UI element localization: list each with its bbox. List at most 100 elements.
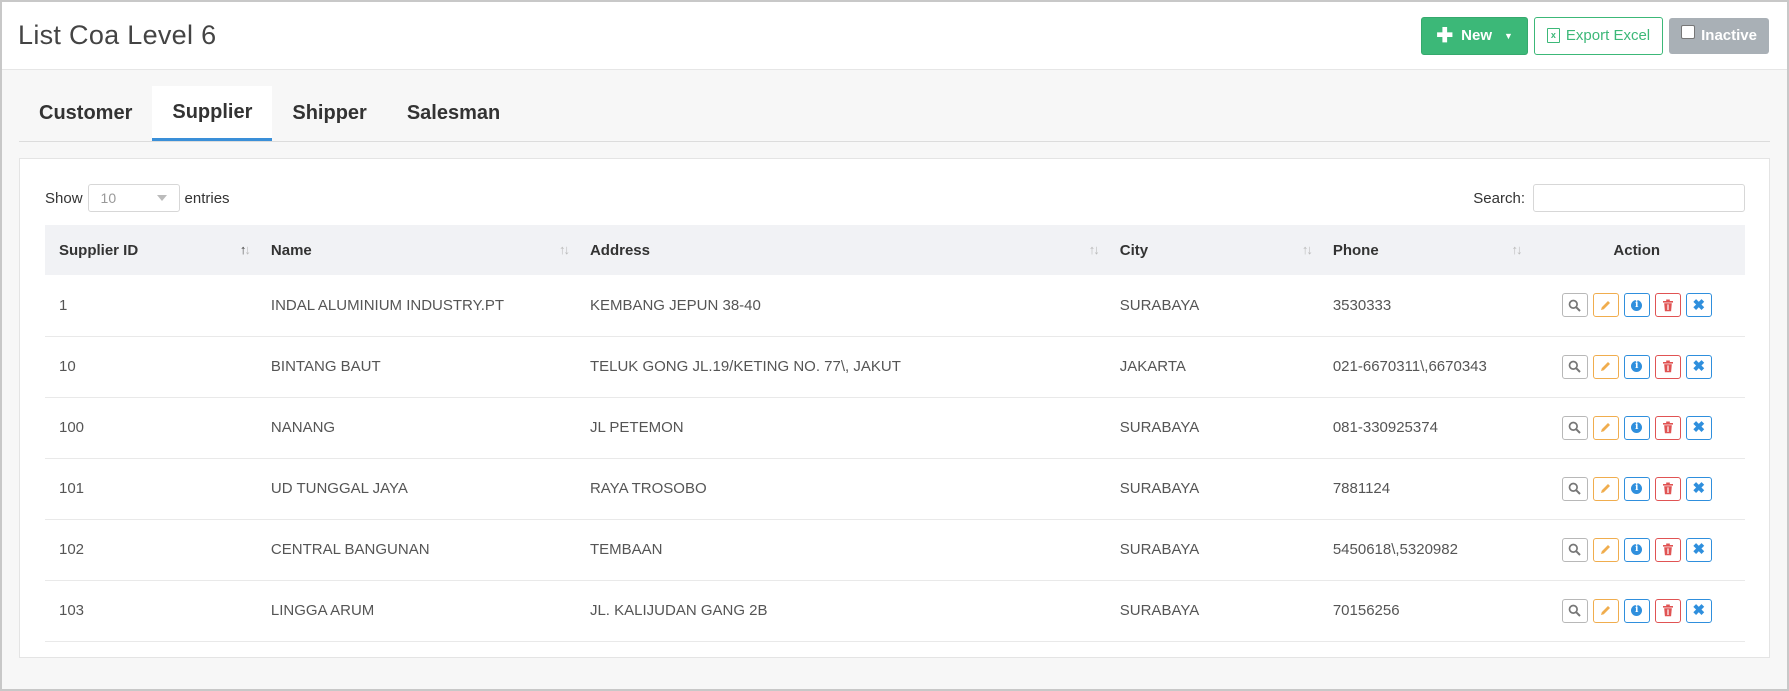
info-button[interactable]: i xyxy=(1623,598,1650,623)
cell-supplier-id: 100 xyxy=(59,419,85,436)
view-button[interactable] xyxy=(1561,537,1588,562)
page-length-select[interactable]: 10 xyxy=(87,184,180,212)
export-excel-button[interactable]: x Export Excel xyxy=(1533,16,1664,55)
row-actions: i ✖ xyxy=(1542,598,1731,623)
new-button[interactable]: ✚ New ▼ xyxy=(1421,16,1528,55)
close-icon: ✖ xyxy=(1692,541,1706,558)
cell-name: NANANG xyxy=(270,419,336,436)
deactivate-button[interactable]: ✖ xyxy=(1685,415,1712,440)
trash-icon xyxy=(1662,299,1673,312)
cell-phone: 70156256 xyxy=(1332,602,1400,619)
close-icon: ✖ xyxy=(1692,480,1706,497)
sort-icon: ↑↓ xyxy=(558,242,570,257)
tab-salesman[interactable]: Salesman xyxy=(387,86,520,141)
chevron-down-icon xyxy=(156,195,167,201)
table-row[interactable]: 103 LINGGA ARUM JL. KALIJUDAN GANG 2B SU… xyxy=(45,580,1745,641)
row-actions: i ✖ xyxy=(1542,537,1731,562)
column-header-supplier-id[interactable]: Supplier ID ↑↓ xyxy=(45,225,257,275)
sort-icon: ↑↓ xyxy=(1301,242,1313,257)
table-row[interactable]: 101 UD TUNGGAL JAYA RAYA TROSOBO SURABAY… xyxy=(45,458,1745,519)
edit-button[interactable] xyxy=(1592,354,1619,379)
info-button[interactable]: i xyxy=(1623,476,1650,501)
tab-customer[interactable]: Customer xyxy=(19,86,152,141)
deactivate-button[interactable]: ✖ xyxy=(1685,537,1712,562)
search-icon xyxy=(1568,299,1581,312)
view-button[interactable] xyxy=(1561,354,1588,379)
table-row[interactable]: 104 MITRA ABADI - JAKARTA 021-5635413\, … xyxy=(45,641,1745,657)
row-actions: i ✖ xyxy=(1542,476,1731,501)
column-header-city[interactable]: City ↑↓ xyxy=(1106,225,1319,275)
header-actions: ✚ New ▼ x Export Excel Inactive xyxy=(1421,16,1769,55)
cell-action: i ✖ xyxy=(1528,397,1745,458)
tab-bar: Customer Supplier Shipper Salesman xyxy=(19,86,1770,142)
search-input[interactable] xyxy=(1533,184,1745,212)
tab-supplier[interactable]: Supplier xyxy=(152,86,273,141)
delete-button[interactable] xyxy=(1654,354,1681,379)
delete-button[interactable] xyxy=(1654,293,1681,318)
cell-address: JL. KALIJUDAN GANG 2B xyxy=(589,602,768,619)
column-header-phone[interactable]: Phone ↑↓ xyxy=(1319,225,1529,275)
deactivate-button[interactable]: ✖ xyxy=(1685,293,1712,318)
chevron-down-icon: ▼ xyxy=(1504,30,1513,41)
trash-icon xyxy=(1662,482,1673,495)
cell-name: CENTRAL BANGUNAN xyxy=(270,541,430,558)
inactive-toggle[interactable]: Inactive xyxy=(1669,17,1769,54)
search-label: Search: xyxy=(1473,189,1525,207)
row-actions: i ✖ xyxy=(1542,354,1731,379)
page-title: List Coa Level 6 xyxy=(18,20,217,50)
deactivate-button[interactable]: ✖ xyxy=(1685,598,1712,623)
checkbox-icon[interactable] xyxy=(1681,24,1696,39)
cell-action: i ✖ xyxy=(1528,580,1745,641)
page-length-value: 10 xyxy=(100,190,117,206)
cell-phone: 7881124 xyxy=(1332,480,1391,497)
deactivate-button[interactable]: ✖ xyxy=(1685,476,1712,501)
entries-label: entries xyxy=(184,189,230,207)
page-length-control: Show 10 entries xyxy=(45,184,230,212)
cell-name: INDAL ALUMINIUM INDUSTRY.PT xyxy=(270,296,505,314)
close-icon: ✖ xyxy=(1692,358,1706,375)
view-button[interactable] xyxy=(1561,293,1588,318)
trash-icon xyxy=(1662,360,1673,373)
table-row[interactable]: 10 BINTANG BAUT TELUK GONG JL.19/KETING … xyxy=(45,336,1745,397)
table-body: 1 INDAL ALUMINIUM INDUSTRY.PT KEMBANG JE… xyxy=(45,275,1745,657)
trash-icon xyxy=(1662,604,1673,617)
info-button[interactable]: i xyxy=(1623,293,1650,318)
table-row[interactable]: 1 INDAL ALUMINIUM INDUSTRY.PT KEMBANG JE… xyxy=(45,275,1745,336)
pencil-icon xyxy=(1601,300,1611,310)
view-button[interactable] xyxy=(1561,598,1588,623)
info-button[interactable]: i xyxy=(1623,354,1650,379)
edit-button[interactable] xyxy=(1592,415,1619,440)
cell-supplier-id: 10 xyxy=(59,358,76,375)
search-icon xyxy=(1568,360,1581,373)
cell-city: SURABAYA xyxy=(1119,419,1200,436)
info-button[interactable]: i xyxy=(1623,415,1650,440)
edit-button[interactable] xyxy=(1592,293,1619,318)
table-row[interactable]: 102 CENTRAL BANGUNAN TEMBAAN SURABAYA 54… xyxy=(45,519,1745,580)
delete-button[interactable] xyxy=(1654,415,1681,440)
tab-shipper[interactable]: Shipper xyxy=(272,86,386,141)
cell-city: SURABAYA xyxy=(1119,541,1200,558)
view-button[interactable] xyxy=(1561,415,1588,440)
info-icon: i xyxy=(1631,422,1643,433)
delete-button[interactable] xyxy=(1654,537,1681,562)
cell-action: i ✖ xyxy=(1528,641,1745,657)
cell-address: - xyxy=(576,641,1106,657)
edit-button[interactable] xyxy=(1592,537,1619,562)
info-icon: i xyxy=(1631,544,1643,555)
delete-button[interactable] xyxy=(1654,598,1681,623)
column-header-address[interactable]: Address ↑↓ xyxy=(576,225,1106,275)
new-button-label: New xyxy=(1461,27,1492,44)
view-button[interactable] xyxy=(1561,476,1588,501)
cell-city: JAKARTA xyxy=(1119,358,1186,375)
sort-icon: ↑↓ xyxy=(1088,242,1100,257)
search-icon xyxy=(1568,482,1581,495)
deactivate-button[interactable]: ✖ xyxy=(1685,354,1712,379)
delete-button[interactable] xyxy=(1654,476,1681,501)
cell-city: SURABAYA xyxy=(1119,296,1200,314)
edit-button[interactable] xyxy=(1592,598,1619,623)
table-row[interactable]: 100 NANANG JL PETEMON SURABAYA 081-33092… xyxy=(45,397,1745,458)
edit-button[interactable] xyxy=(1592,476,1619,501)
excel-file-icon: x xyxy=(1546,28,1560,43)
info-button[interactable]: i xyxy=(1623,537,1650,562)
column-header-name[interactable]: Name ↑↓ xyxy=(257,225,576,275)
